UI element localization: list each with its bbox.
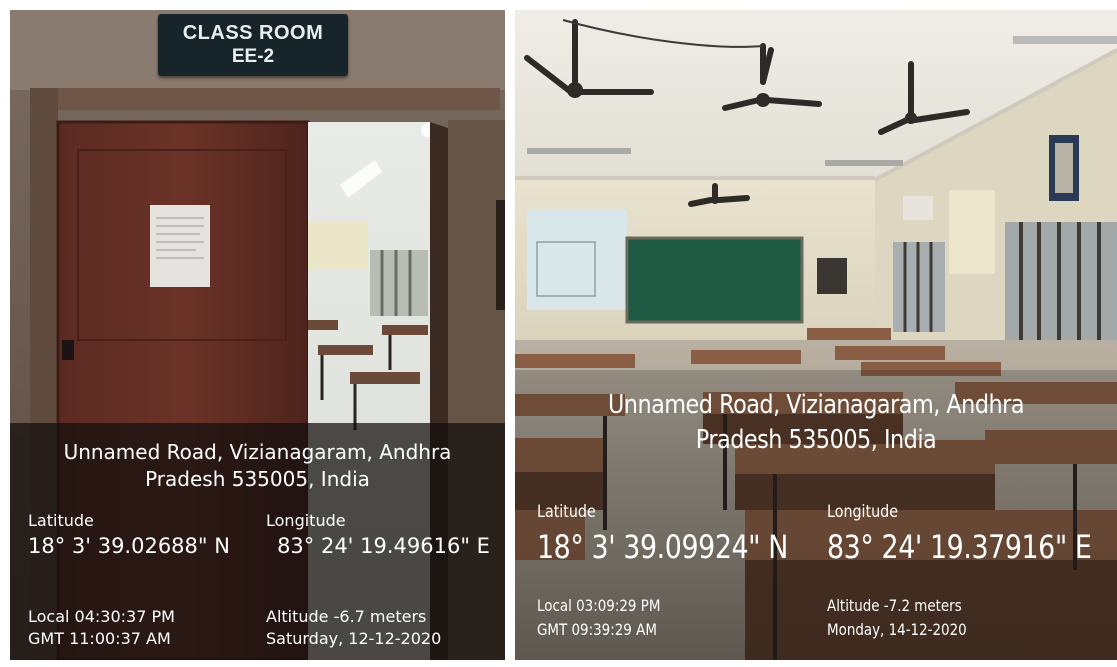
photo-collage: CLASS ROOM EE-2 Unnamed Road, Vizianagar… — [0, 0, 1117, 667]
classroom-interior-photo: Unnamed Road, Vizianagaram, Andhra Prade… — [515, 10, 1117, 660]
latitude-label: Latitude — [537, 502, 596, 522]
local-time: Local 03:09:29 PM — [537, 596, 661, 615]
local-time: Local 04:30:37 PM — [28, 607, 175, 626]
address-text: Unnamed Road, Vizianagaram, Andhra Prade… — [607, 390, 1025, 455]
altitude-text: Altitude -7.2 meters — [827, 596, 962, 615]
sign-line-1: CLASS ROOM — [182, 22, 324, 44]
gps-overlay: Unnamed Road, Vizianagaram, Andhra Prade… — [10, 423, 505, 660]
latitude-value: 18° 3' 39.02688" N — [28, 534, 230, 558]
date-text: Monday, 14-12-2020 — [827, 620, 967, 639]
latitude-value: 18° 3' 39.09924" N — [537, 528, 788, 566]
latitude-label: Latitude — [28, 511, 94, 530]
gmt-time: GMT 09:39:29 AM — [537, 620, 657, 639]
classroom-door-photo: CLASS ROOM EE-2 Unnamed Road, Vizianagar… — [10, 10, 505, 660]
longitude-value: 83° 24' 19.37916" E — [827, 528, 1092, 566]
gmt-time: GMT 11:00:37 AM — [28, 629, 171, 648]
longitude-label: Longitude — [827, 502, 899, 522]
altitude-text: Altitude -6.7 meters — [266, 607, 427, 626]
gps-overlay: Unnamed Road, Vizianagaram, Andhra Prade… — [515, 370, 1117, 660]
longitude-label: Longitude — [266, 511, 346, 530]
address-text: Unnamed Road, Vizianagaram, Andhra Prade… — [63, 440, 452, 491]
sign-line-2: EE-2 — [231, 46, 275, 67]
classroom-sign: CLASS ROOM EE-2 — [158, 14, 348, 76]
longitude-value: 83° 24' 19.49616" E — [277, 534, 490, 558]
date-text: Saturday, 12-12-2020 — [266, 629, 442, 648]
